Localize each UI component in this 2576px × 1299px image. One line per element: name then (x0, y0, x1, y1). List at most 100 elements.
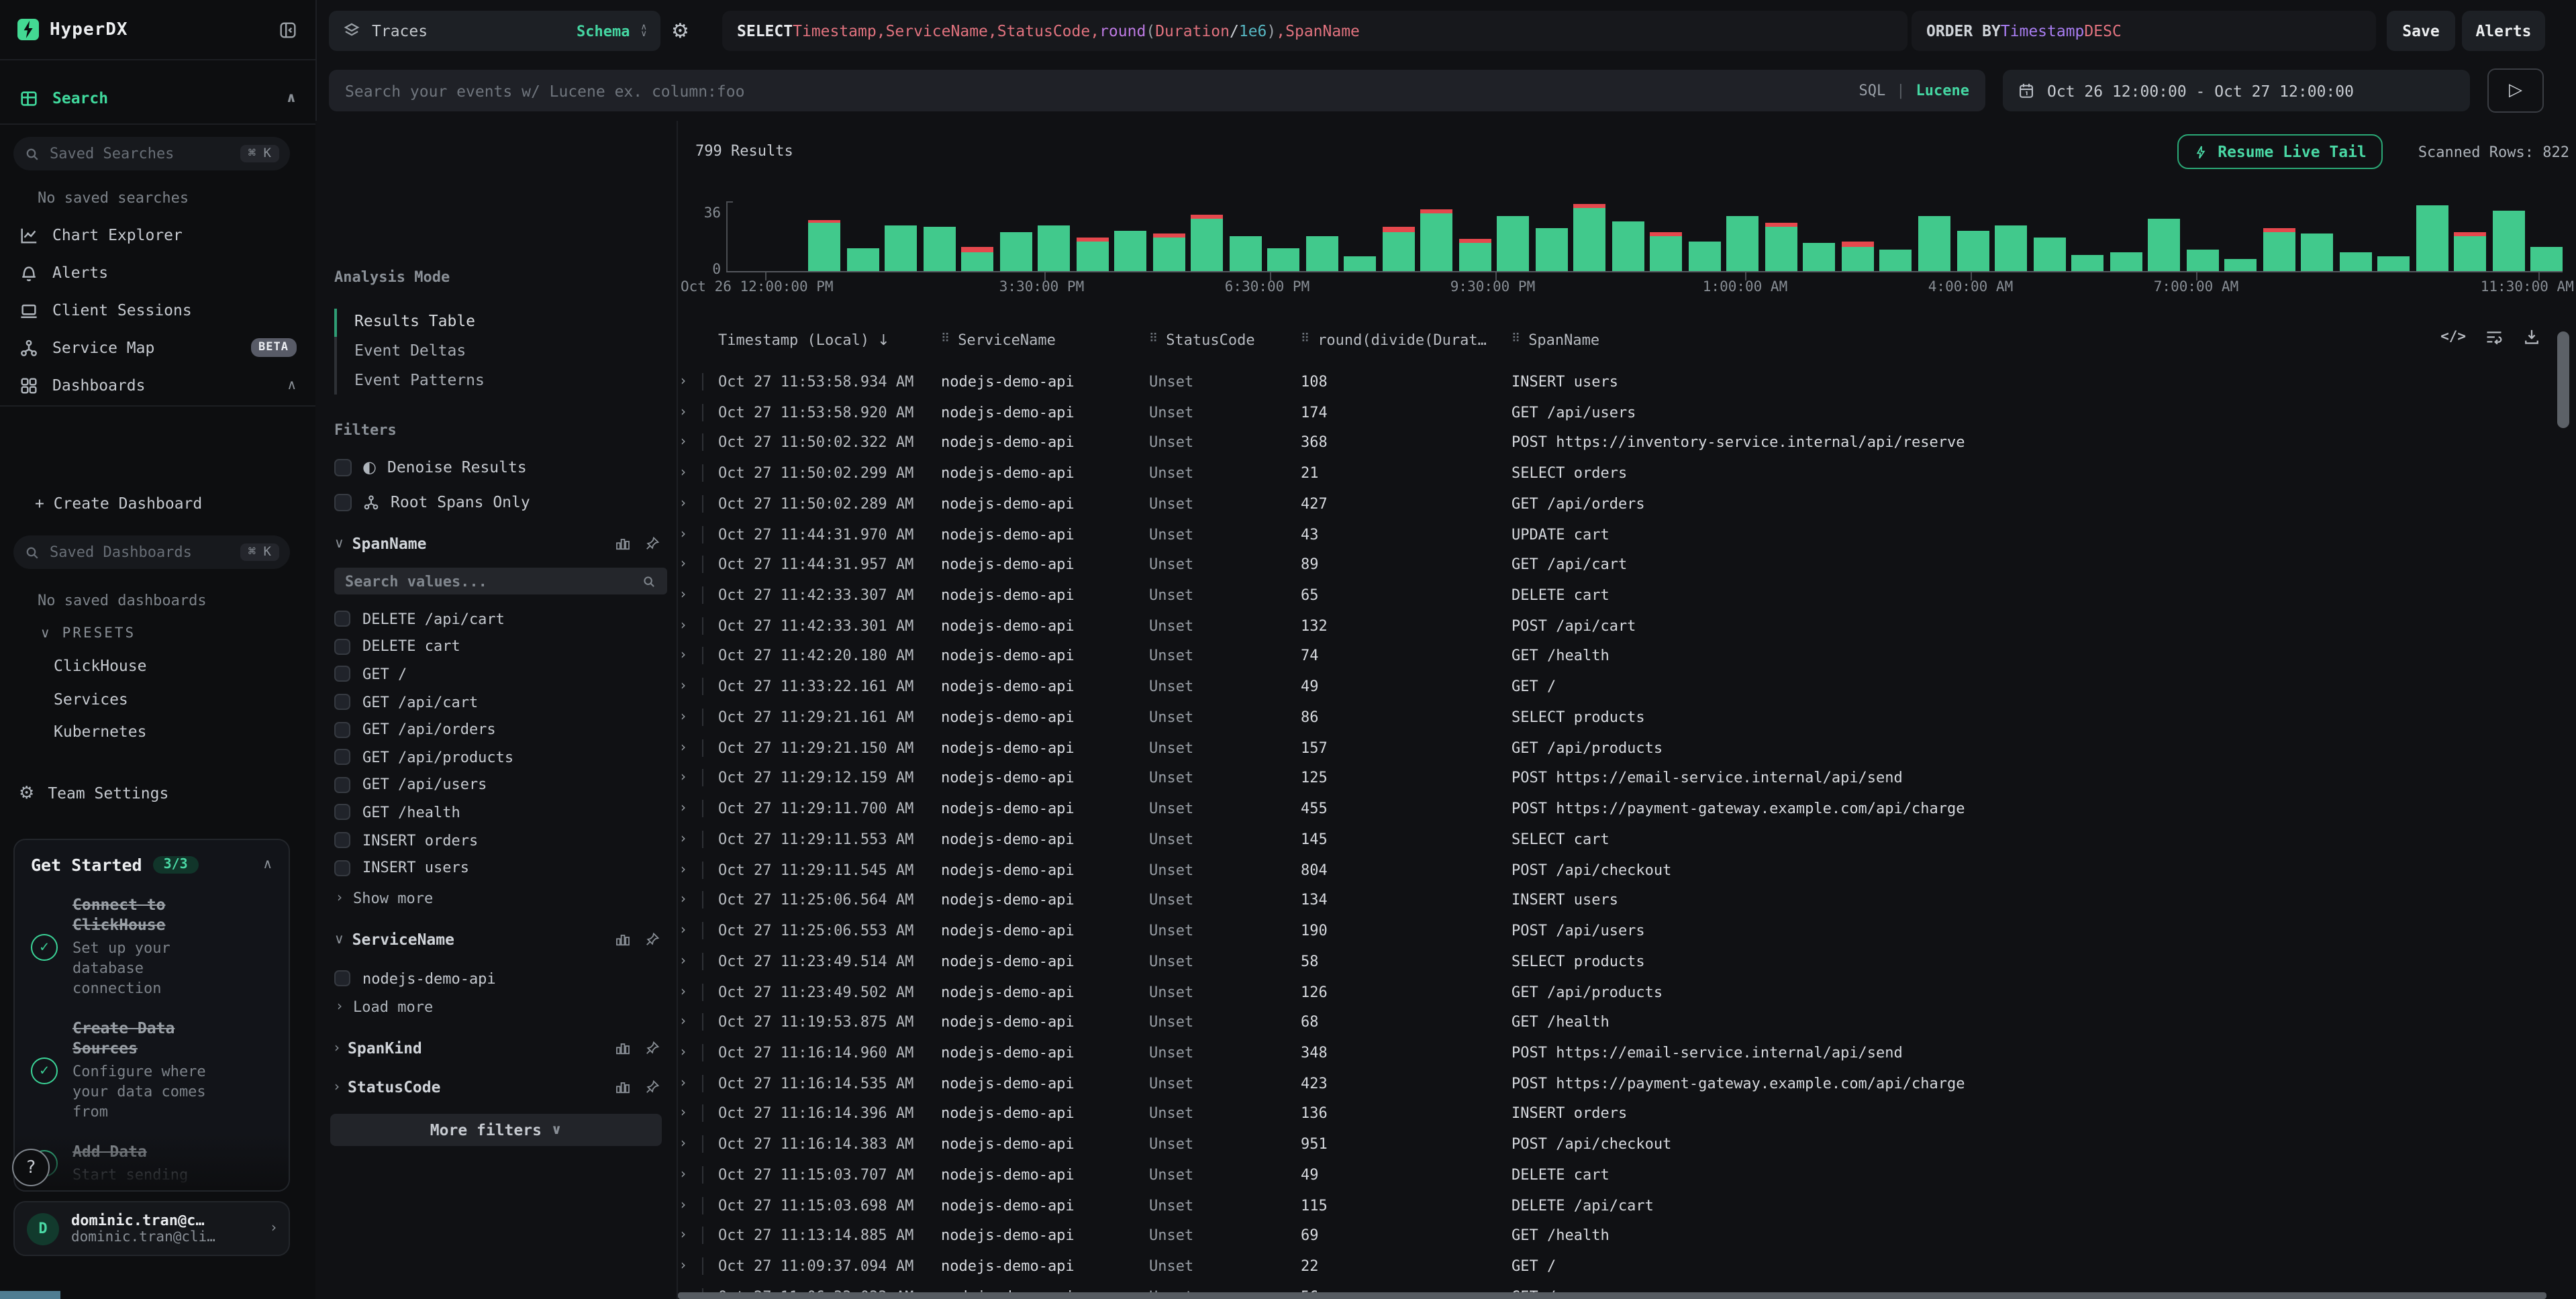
column-header-4[interactable]: ⠿round(divide(Durat… (1301, 331, 1512, 348)
filter-value[interactable]: GET /api/products (334, 743, 656, 771)
pin-icon[interactable] (644, 1079, 660, 1095)
table-row[interactable]: ›Oct 27 11:53:58.920 AMnodejs-demo-apiUn… (678, 397, 2576, 427)
chart-filter-icon[interactable] (615, 535, 631, 552)
code-view-icon[interactable]: </> (2440, 329, 2466, 345)
drag-handle-icon[interactable]: ⠿ (941, 333, 950, 346)
table-row[interactable]: ›Oct 27 11:09:37.094 AMnodejs-demo-apiUn… (678, 1251, 2576, 1282)
select-query-input[interactable]: SELECT Timestamp,ServiceName,StatusCode,… (722, 11, 1908, 51)
chart-filter-icon[interactable] (615, 931, 631, 947)
histogram-bars[interactable] (732, 204, 2563, 271)
column-header-3[interactable]: ⠿StatusCode (1149, 331, 1301, 348)
table-row[interactable]: ›Oct 27 11:33:22.161 AMnodejs-demo-apiUn… (678, 672, 2576, 702)
save-button[interactable]: Save (2387, 11, 2455, 51)
vertical-scrollbar[interactable] (2557, 331, 2569, 428)
table-row[interactable]: ›Oct 27 11:29:21.161 AMnodejs-demo-apiUn… (678, 702, 2576, 732)
row-expand-chevron[interactable]: › (681, 984, 702, 999)
chart-filter-icon[interactable] (615, 1079, 631, 1095)
drag-handle-icon[interactable]: ⠿ (1301, 333, 1309, 346)
row-expand-chevron[interactable]: › (681, 771, 702, 786)
table-row[interactable]: ›Oct 27 11:29:12.159 AMnodejs-demo-apiUn… (678, 763, 2576, 793)
sidebar-item-chart-explorer[interactable]: Chart Explorer (0, 217, 315, 252)
mode-tab-event-deltas[interactable]: Event Deltas (354, 335, 656, 365)
drag-handle-icon[interactable]: ⠿ (1512, 333, 1520, 346)
filter-value[interactable]: GET /api/orders (334, 716, 656, 743)
filter-value[interactable]: nodejs-demo-api (334, 965, 656, 992)
preset-item-kubernetes[interactable]: Kubernetes (54, 722, 147, 741)
resume-live-tail-button[interactable]: Resume Live Tail (2177, 134, 2383, 169)
table-row[interactable]: ›Oct 27 11:42:33.307 AMnodejs-demo-apiUn… (678, 580, 2576, 610)
table-row[interactable]: ›Oct 27 11:50:02.289 AMnodejs-demo-apiUn… (678, 488, 2576, 519)
filter-group-servicename[interactable]: ∨ ServiceName (334, 930, 660, 949)
get-started-step[interactable]: ✓Connect to ClickHouseSet up your databa… (31, 895, 273, 998)
sidebar-item-client-sessions[interactable]: Client Sessions (0, 293, 315, 327)
root-spans-toggle[interactable]: Root Spans Only (334, 492, 530, 511)
table-row[interactable]: ›Oct 27 11:50:02.322 AMnodejs-demo-apiUn… (678, 427, 2576, 458)
row-expand-chevron[interactable]: › (681, 435, 702, 450)
chart-filter-icon[interactable] (615, 1040, 631, 1056)
horizontal-scrollbar[interactable] (678, 1292, 2546, 1299)
row-expand-chevron[interactable]: › (681, 1106, 702, 1121)
run-query-button[interactable]: ▷ (2487, 68, 2544, 113)
row-expand-chevron[interactable]: › (681, 1259, 702, 1274)
row-expand-chevron[interactable]: › (681, 649, 702, 664)
filter-value[interactable]: DELETE cart (334, 633, 656, 660)
pin-icon[interactable] (644, 535, 660, 552)
date-range-picker[interactable]: Oct 26 12:00:00 - Oct 27 12:00:00 (2003, 70, 2470, 111)
help-button[interactable]: ? (12, 1149, 50, 1186)
preset-item-clickhouse[interactable]: ClickHouse (54, 656, 147, 675)
filter-value[interactable]: INSERT orders (334, 827, 656, 854)
sql-toggle[interactable]: SQL (1859, 82, 1886, 99)
table-row[interactable]: ›Oct 27 11:29:11.700 AMnodejs-demo-apiUn… (678, 794, 2576, 824)
table-row[interactable]: ›Oct 27 11:53:58.934 AMnodejs-demo-apiUn… (678, 366, 2576, 397)
drag-handle-icon[interactable]: ⠿ (1149, 333, 1158, 346)
row-expand-chevron[interactable]: › (681, 801, 702, 816)
row-expand-chevron[interactable]: › (681, 1229, 702, 1243)
saved-dashboards-input[interactable]: Saved Dashboards ⌘ K (13, 535, 290, 569)
mode-tab-results-table[interactable]: Results Table (354, 306, 656, 335)
row-expand-chevron[interactable]: › (681, 954, 702, 969)
table-row[interactable]: ›Oct 27 11:29:11.545 AMnodejs-demo-apiUn… (678, 855, 2576, 885)
user-menu[interactable]: D dominic.tran@c… dominic.tran@cli… › (13, 1201, 290, 1256)
show-more-button[interactable]: › Show more (337, 890, 433, 907)
sidebar-item-search[interactable]: Search ∧ (0, 81, 315, 115)
table-row[interactable]: ›Oct 27 11:16:14.396 AMnodejs-demo-apiUn… (678, 1098, 2576, 1129)
get-started-step[interactable]: ✓Create Data SourcesConfigure where your… (31, 1019, 273, 1122)
table-row[interactable]: ›Oct 27 11:42:20.180 AMnodejs-demo-apiUn… (678, 641, 2576, 671)
table-row[interactable]: ›Oct 27 11:16:14.535 AMnodejs-demo-apiUn… (678, 1068, 2576, 1098)
table-row[interactable]: ›Oct 27 11:23:49.502 AMnodejs-demo-apiUn… (678, 976, 2576, 1006)
column-header-2[interactable]: ⠿ServiceName (941, 331, 1149, 348)
alerts-button[interactable]: Alerts (2462, 11, 2545, 51)
pin-icon[interactable] (644, 1040, 660, 1056)
table-row[interactable]: ›Oct 27 11:44:31.970 AMnodejs-demo-apiUn… (678, 519, 2576, 549)
collapse-sidebar-icon[interactable] (278, 19, 298, 40)
filter-value[interactable]: GET / (334, 660, 656, 688)
pin-icon[interactable] (644, 931, 660, 947)
mode-tab-event-patterns[interactable]: Event Patterns (354, 365, 656, 395)
table-row[interactable]: ›Oct 27 11:29:11.553 AMnodejs-demo-apiUn… (678, 824, 2576, 854)
sidebar-item-alerts[interactable]: Alerts (0, 255, 315, 290)
table-row[interactable]: ›Oct 27 11:44:31.957 AMnodejs-demo-apiUn… (678, 550, 2576, 580)
table-row[interactable]: ›Oct 27 11:25:06.564 AMnodejs-demo-apiUn… (678, 885, 2576, 915)
row-expand-chevron[interactable]: › (681, 1137, 702, 1151)
row-expand-chevron[interactable]: › (681, 1167, 702, 1182)
table-row[interactable]: ›Oct 27 11:42:33.301 AMnodejs-demo-apiUn… (678, 611, 2576, 641)
filter-value[interactable]: GET /health (334, 798, 656, 826)
denoise-results-toggle[interactable]: ◐ Denoise Results (334, 458, 527, 476)
filter-value[interactable]: DELETE /api/cart (334, 605, 656, 633)
column-header-1[interactable]: Timestamp (Local)↓ (718, 331, 941, 348)
row-expand-chevron[interactable]: › (681, 862, 702, 877)
row-expand-chevron[interactable]: › (681, 679, 702, 694)
row-expand-chevron[interactable]: › (681, 832, 702, 847)
table-row[interactable]: ›Oct 27 11:25:06.553 AMnodejs-demo-apiUn… (678, 915, 2576, 945)
more-filters-button[interactable]: More filters ∨ (330, 1114, 662, 1146)
table-row[interactable]: ›Oct 27 11:19:53.875 AMnodejs-demo-apiUn… (678, 1007, 2576, 1037)
row-expand-chevron[interactable]: › (681, 374, 702, 389)
filter-group-spanname[interactable]: ∨ SpanName (334, 534, 660, 553)
column-header-5[interactable]: ⠿SpanName (1512, 331, 2576, 348)
row-expand-chevron[interactable]: › (681, 466, 702, 480)
row-expand-chevron[interactable]: › (681, 588, 702, 603)
filter-value[interactable]: GET /api/cart (334, 688, 656, 716)
lucene-toggle[interactable]: Lucene (1916, 82, 1970, 99)
presets-toggle[interactable]: ∨ PRESETS (40, 625, 136, 641)
table-row[interactable]: ›Oct 27 11:13:14.885 AMnodejs-demo-apiUn… (678, 1220, 2576, 1251)
